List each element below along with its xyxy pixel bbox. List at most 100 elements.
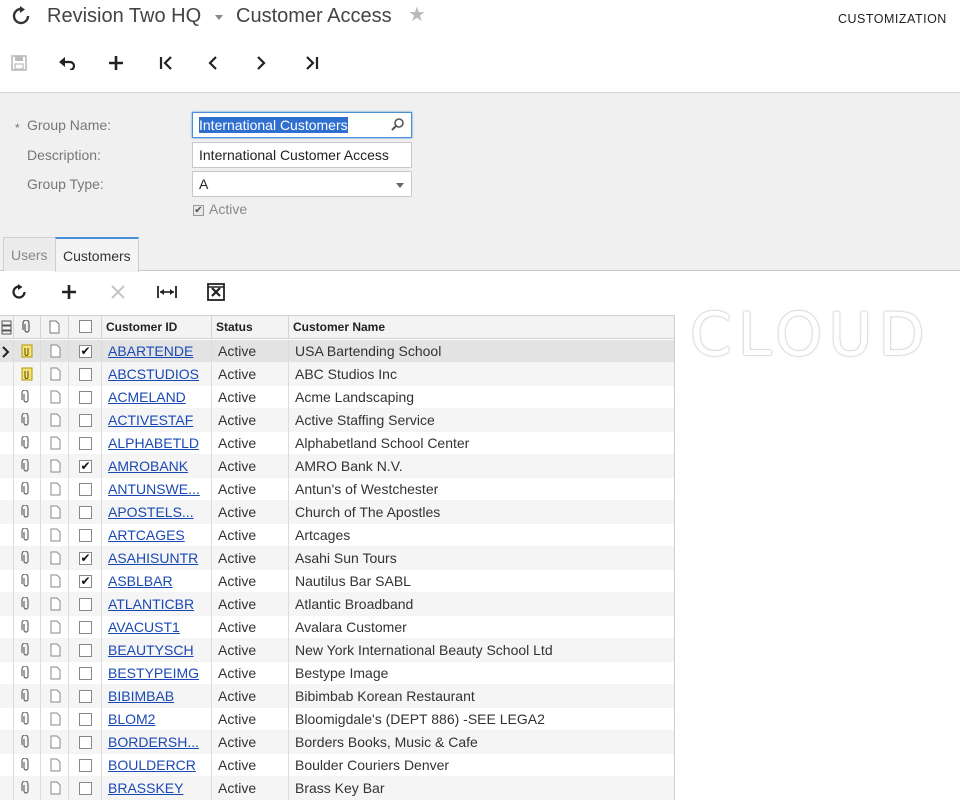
include-checkbox[interactable]: ✔ bbox=[79, 345, 92, 358]
customer-id-link[interactable]: BOULDERCR bbox=[108, 754, 210, 777]
attachment-icon[interactable] bbox=[21, 458, 31, 478]
first-record-icon[interactable] bbox=[155, 52, 177, 74]
table-row[interactable]: BESTYPEIMG Active Bestype Image bbox=[0, 662, 674, 685]
table-row[interactable]: BOULDERCR Active Boulder Couriers Denver bbox=[0, 754, 674, 777]
include-checkbox[interactable] bbox=[79, 759, 92, 772]
include-checkbox[interactable] bbox=[79, 598, 92, 611]
table-row[interactable]: ABCSTUDIOS Active ABC Studios Inc bbox=[0, 363, 674, 386]
note-icon[interactable] bbox=[50, 436, 61, 455]
customer-id-link[interactable]: AVACUST1 bbox=[108, 616, 210, 639]
add-row-icon[interactable] bbox=[58, 281, 80, 303]
attachment-icon[interactable] bbox=[21, 435, 31, 455]
previous-record-icon[interactable] bbox=[202, 52, 224, 74]
include-checkbox[interactable] bbox=[79, 690, 92, 703]
customer-id-link[interactable]: BORDERSH... bbox=[108, 731, 210, 754]
include-checkbox[interactable] bbox=[79, 529, 92, 542]
table-row[interactable]: ARTCAGES Active Artcages bbox=[0, 524, 674, 547]
note-icon[interactable] bbox=[50, 390, 61, 409]
attached-file-icon[interactable] bbox=[21, 367, 33, 386]
attachment-icon[interactable] bbox=[21, 688, 31, 708]
include-checkbox[interactable] bbox=[79, 644, 92, 657]
include-checkbox[interactable] bbox=[79, 667, 92, 680]
attachment-icon[interactable] bbox=[21, 504, 31, 524]
customer-id-link[interactable]: BRASSKEY bbox=[108, 777, 210, 800]
attachment-icon[interactable] bbox=[21, 596, 31, 616]
table-row[interactable]: APOSTELS... Active Church of The Apostles bbox=[0, 501, 674, 524]
customer-name-header[interactable]: Customer Name bbox=[289, 316, 674, 339]
tab-customers[interactable]: Customers bbox=[55, 237, 139, 272]
attachment-icon[interactable] bbox=[21, 780, 31, 800]
customization-menu[interactable]: CUSTOMIZATION bbox=[838, 12, 947, 26]
customer-id-link[interactable]: ABARTENDE bbox=[108, 340, 210, 363]
table-row[interactable]: ✔ AMROBANK Active AMRO Bank N.V. bbox=[0, 455, 674, 478]
note-icon[interactable] bbox=[50, 344, 61, 363]
note-icon[interactable] bbox=[50, 781, 61, 800]
description-field[interactable]: International Customer Access bbox=[192, 142, 412, 168]
include-checkbox[interactable] bbox=[79, 621, 92, 634]
include-checkbox[interactable] bbox=[79, 713, 92, 726]
customer-id-link[interactable]: BIBIMBAB bbox=[108, 685, 210, 708]
grid-settings-icon[interactable] bbox=[0, 316, 14, 339]
note-icon[interactable] bbox=[50, 367, 61, 386]
note-icon[interactable] bbox=[50, 620, 61, 639]
include-checkbox[interactable] bbox=[79, 782, 92, 795]
include-checkbox[interactable] bbox=[79, 391, 92, 404]
table-row[interactable]: BRASSKEY Active Brass Key Bar bbox=[0, 777, 674, 800]
customer-id-header[interactable]: Customer ID bbox=[102, 316, 212, 339]
attachment-icon[interactable] bbox=[21, 711, 31, 731]
attachment-icon[interactable] bbox=[21, 619, 31, 639]
table-row[interactable]: ✔ ASAHISUNTR Active Asahi Sun Tours bbox=[0, 547, 674, 570]
table-row[interactable]: BEAUTYSCH Active New York International Be… bbox=[0, 639, 674, 662]
attachment-icon[interactable] bbox=[21, 573, 31, 593]
refresh-icon[interactable] bbox=[8, 281, 30, 303]
note-icon[interactable] bbox=[50, 482, 61, 501]
active-checkbox[interactable]: ✔ bbox=[193, 205, 204, 216]
table-row[interactable]: BLOM2 Active Bloomigdale's (DEPT 886) -SEE… bbox=[0, 708, 674, 731]
table-row[interactable]: AVACUST1 Active Avalara Customer bbox=[0, 616, 674, 639]
customer-id-link[interactable]: BEAUTYSCH bbox=[108, 639, 210, 662]
include-checkbox[interactable] bbox=[79, 736, 92, 749]
table-row[interactable]: ATLANTICBR Active Atlantic Broadband bbox=[0, 593, 674, 616]
note-icon[interactable] bbox=[50, 689, 61, 708]
note-icon[interactable] bbox=[50, 459, 61, 478]
fit-columns-icon[interactable] bbox=[156, 281, 178, 303]
export-excel-icon[interactable] bbox=[205, 281, 227, 303]
chevron-down-icon[interactable] bbox=[215, 15, 223, 20]
customer-id-link[interactable]: ACMELAND bbox=[108, 386, 210, 409]
customer-id-link[interactable]: ANTUNSWE... bbox=[108, 478, 210, 501]
note-icon[interactable] bbox=[50, 712, 61, 731]
include-checkbox[interactable] bbox=[79, 506, 92, 519]
refresh-icon[interactable] bbox=[12, 6, 30, 26]
customer-id-link[interactable]: ASBLBAR bbox=[108, 570, 210, 593]
note-icon[interactable] bbox=[50, 505, 61, 524]
table-row[interactable]: ✔ ABARTENDE Active USA Bartending School bbox=[0, 340, 674, 363]
group-type-select[interactable]: A bbox=[192, 171, 412, 197]
attachment-icon[interactable] bbox=[21, 550, 31, 570]
chevron-down-icon[interactable] bbox=[396, 183, 404, 188]
star-icon[interactable]: ★ bbox=[408, 4, 426, 26]
customer-id-link[interactable]: ALPHABETLD bbox=[108, 432, 210, 455]
search-icon[interactable] bbox=[391, 117, 405, 134]
note-icon[interactable] bbox=[50, 413, 61, 432]
tab-users[interactable]: Users bbox=[3, 237, 56, 271]
table-row[interactable]: ACMELAND Active Acme Landscaping bbox=[0, 386, 674, 409]
include-checkbox[interactable]: ✔ bbox=[79, 552, 92, 565]
select-all-checkbox[interactable] bbox=[69, 316, 102, 339]
table-row[interactable]: BIBIMBAB Active Bibimbab Korean Restaurant bbox=[0, 685, 674, 708]
note-icon[interactable] bbox=[50, 643, 61, 662]
attachment-icon[interactable] bbox=[21, 389, 31, 409]
include-checkbox[interactable] bbox=[79, 414, 92, 427]
undo-icon[interactable] bbox=[57, 52, 79, 74]
attachment-icon[interactable] bbox=[21, 527, 31, 547]
delete-row-icon[interactable] bbox=[107, 281, 129, 303]
attached-file-icon[interactable] bbox=[21, 344, 33, 363]
customer-id-link[interactable]: ABCSTUDIOS bbox=[108, 363, 210, 386]
note-icon[interactable] bbox=[50, 758, 61, 777]
include-checkbox[interactable]: ✔ bbox=[79, 460, 92, 473]
table-row[interactable]: ACTIVESTAF Active Active Staffing Service bbox=[0, 409, 674, 432]
include-checkbox[interactable] bbox=[79, 483, 92, 496]
attachment-icon[interactable] bbox=[21, 412, 31, 432]
include-checkbox[interactable]: ✔ bbox=[79, 575, 92, 588]
note-icon[interactable] bbox=[50, 574, 61, 593]
attachment-icon[interactable] bbox=[21, 757, 31, 777]
